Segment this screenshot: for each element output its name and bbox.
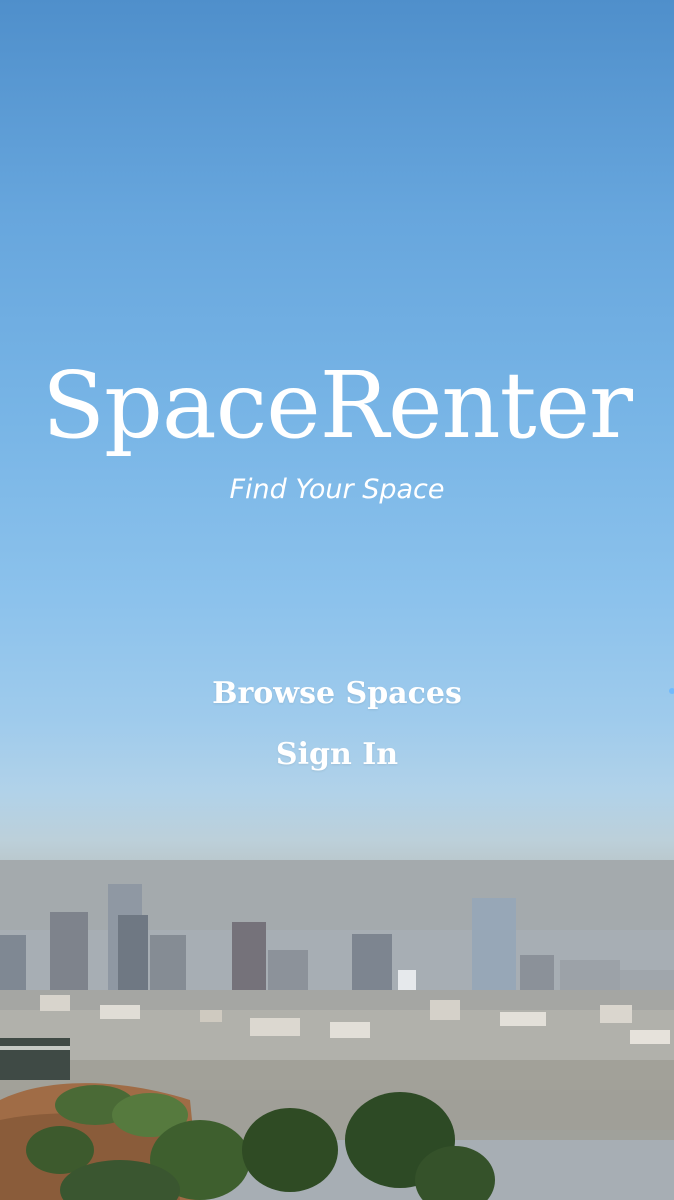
app-tagline: Find Your Space (229, 474, 445, 505)
sign-in-link[interactable]: Sign In (0, 737, 674, 772)
city-skyline-background (0, 860, 674, 1200)
app-title: SpaceRenter (41, 352, 633, 459)
browse-spaces-link[interactable]: Browse Spaces (0, 676, 674, 711)
landing-screen: SpaceRenter Find Your Space Browse Space… (0, 0, 674, 1200)
edge-indicator-dot (669, 688, 674, 694)
